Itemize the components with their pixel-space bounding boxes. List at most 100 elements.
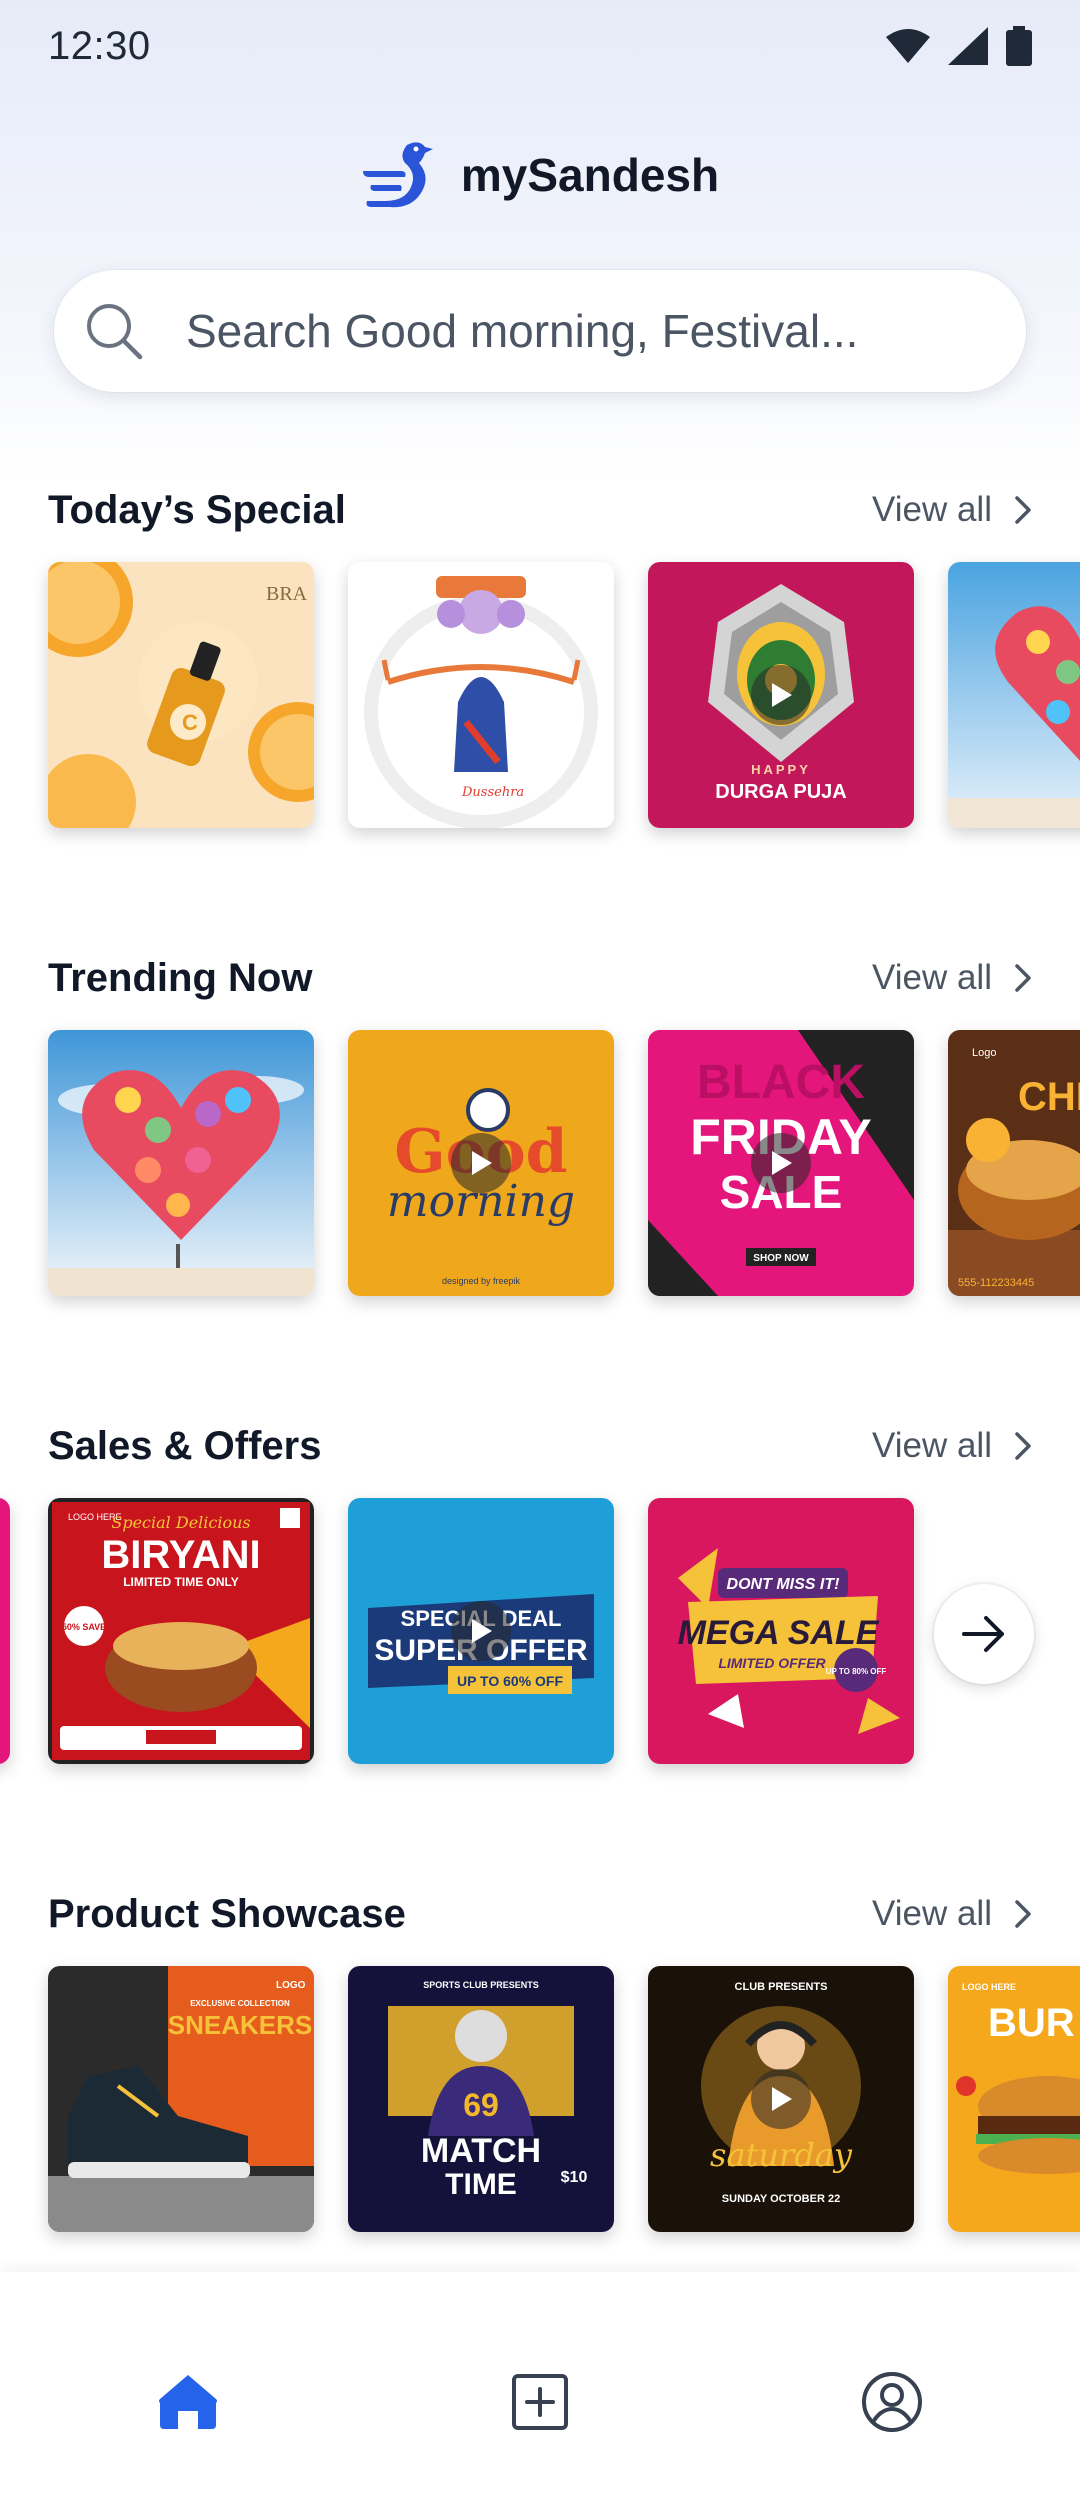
sports-club-text: SPORTS CLUB PRESENTS — [423, 1980, 539, 1990]
nav-create[interactable] — [500, 2362, 580, 2442]
play-button[interactable] — [751, 2069, 811, 2129]
biryani-title: BIRYANI — [101, 1533, 260, 1577]
section-header: Sales & Offers View all — [48, 1416, 1032, 1476]
serum-letter: C — [182, 710, 198, 735]
template-card-match-time[interactable]: SPORTS CLUB PRESENTS 69 MATCH TIME $10 — [348, 1966, 614, 2232]
view-all-link[interactable]: View all — [872, 490, 1032, 530]
mega-sale-text: MEGA SALE — [678, 1614, 880, 1652]
play-icon — [772, 683, 792, 707]
bottom-navigation — [0, 2272, 1080, 2514]
template-card-dussehra[interactable]: Dussehra — [348, 562, 614, 828]
chevron-right-icon — [1015, 496, 1031, 524]
template-card-chicken-biryani[interactable]: Logo CHIC 555-112233445 — [948, 1030, 1080, 1296]
play-icon — [472, 1151, 492, 1175]
view-all-label: View all — [872, 1894, 992, 1933]
template-card-mega-sale[interactable]: DONT MISS IT! MEGA SALE LIMITED OFFER UP… — [648, 1498, 914, 1764]
chicken-phone: 555-112233445 — [958, 1277, 1034, 1289]
view-all-link[interactable]: View all — [872, 1426, 1032, 1466]
wifi-icon — [886, 29, 930, 63]
status-icons — [886, 26, 1032, 66]
gm-credit: designed by freepik — [442, 1276, 521, 1286]
black-text: BLACK — [697, 1056, 865, 1109]
section-trending-now: Trending Now View all morning designed b… — [0, 948, 1080, 1388]
durga-happy: HAPPY — [751, 762, 811, 777]
battery-icon — [1006, 26, 1032, 66]
play-icon — [772, 2087, 792, 2111]
section-title: Trending Now — [48, 955, 313, 1000]
dont-miss-text: DONT MISS IT! — [727, 1576, 841, 1593]
serum-poster-image: C BRA — [48, 562, 314, 828]
section-todays-special: Today’s Special View all C BRA Dussehra … — [0, 480, 1080, 920]
chevron-right-icon — [1015, 964, 1031, 992]
play-button[interactable] — [451, 1133, 511, 1193]
play-button[interactable] — [451, 1601, 511, 1661]
template-card-biryani[interactable]: LOGO HERE Special Delicious BIRYANI LIMI… — [48, 1498, 314, 1764]
play-icon — [472, 1619, 492, 1643]
search-icon — [87, 304, 143, 360]
scroll-next-button[interactable] — [934, 1584, 1034, 1684]
view-all-link[interactable]: View all — [872, 958, 1032, 998]
section-header: Product Showcase View all — [48, 1884, 1032, 1944]
section-sales-offers: Sales & Offers View all LOGO HERE Specia… — [0, 1416, 1080, 1856]
template-card-saturday[interactable]: CLUB PRESENTS saturday SUNDAY OCTOBER 22 — [648, 1966, 914, 2232]
sneakers-title: SNEAKERS — [168, 2010, 312, 2040]
template-card-sneakers[interactable]: LOGO SNEAKERS EXCLUSIVE COLLECTION — [48, 1966, 314, 2232]
search-input[interactable] — [186, 304, 966, 358]
dussehra-poster-image: Dussehra — [348, 562, 614, 828]
biryani-badge: 50% SAVE — [62, 1622, 106, 1632]
mega-sale-poster-image: DONT MISS IT! MEGA SALE LIMITED OFFER UP… — [648, 1498, 914, 1764]
view-all-label: View all — [872, 490, 992, 529]
template-card-serum[interactable]: C BRA — [48, 562, 314, 828]
serum-brand: BRA — [266, 583, 308, 605]
time-text: TIME — [445, 2168, 517, 2201]
burger-title: BUR — [988, 2001, 1075, 2045]
card-carousel[interactable]: C BRA Dussehra HAPPY DURGA PUJA — [0, 562, 1080, 842]
view-all-link[interactable]: View all — [872, 1894, 1032, 1934]
play-button[interactable] — [751, 665, 811, 725]
dussehra-text: Dussehra — [461, 785, 524, 800]
template-card-durga-puja[interactable]: HAPPY DURGA PUJA — [648, 562, 914, 828]
section-title: Today’s Special — [48, 487, 346, 532]
template-card-heart-balloons[interactable] — [948, 562, 1080, 828]
heart-balloons-poster-image — [948, 562, 1080, 828]
template-card-partial[interactable] — [0, 1498, 10, 1764]
partial-poster-image — [0, 1498, 10, 1764]
card-carousel[interactable]: LOGO SNEAKERS EXCLUSIVE COLLECTION SPORT… — [0, 1966, 1080, 2246]
durga-puja-title: DURGA PUJA — [715, 781, 847, 803]
sneakers-logo: LOGO — [276, 1980, 306, 1991]
add-square-icon — [512, 2374, 568, 2430]
shop-now-text: SHOP NOW — [753, 1253, 809, 1264]
heart-balloons-poster-image — [48, 1030, 314, 1296]
club-presents-text: CLUB PRESENTS — [735, 1981, 828, 1993]
signal-icon — [948, 27, 988, 65]
saturday-text: saturday — [710, 2136, 853, 2174]
template-card-black-friday[interactable]: BLACK FRIDAY SALE SHOP NOW — [648, 1030, 914, 1296]
template-card-heart-balloons[interactable] — [48, 1030, 314, 1296]
burger-logo: LOGO HERE — [962, 1982, 1016, 1992]
template-card-special-deal[interactable]: SPECIAL DEAL SUPER OFFER UP TO 60% OFF — [348, 1498, 614, 1764]
app-screen: 12:30 mySandesh Today’s Special View all — [0, 0, 1080, 2514]
nav-home[interactable] — [148, 2362, 228, 2442]
section-title: Product Showcase — [48, 1891, 406, 1936]
status-time: 12:30 — [48, 24, 151, 68]
biryani-sub: LIMITED TIME ONLY — [123, 1575, 239, 1589]
nav-profile[interactable] — [852, 2362, 932, 2442]
template-card-burger[interactable]: LOGO HERE BUR — [948, 1966, 1080, 2232]
card-carousel[interactable]: LOGO HERE Special Delicious BIRYANI LIMI… — [0, 1498, 1080, 1778]
biryani-poster-image: LOGO HERE Special Delicious BIRYANI LIMI… — [48, 1498, 314, 1764]
card-carousel[interactable]: Good morning designed by freepik BLACK F… — [0, 1030, 1080, 1310]
template-card-good-morning[interactable]: Good morning designed by freepik — [348, 1030, 614, 1296]
chicken-logo: Logo — [972, 1047, 996, 1059]
burger-poster-image: LOGO HERE BUR — [948, 1966, 1080, 2232]
search-bar[interactable] — [54, 270, 1026, 392]
play-button[interactable] — [751, 1133, 811, 1193]
section-product-showcase: Product Showcase View all LOGO SNEAKERS … — [0, 1884, 1080, 2324]
chicken-biryani-poster-image: Logo CHIC 555-112233445 — [948, 1030, 1080, 1296]
section-header: Trending Now View all — [48, 948, 1032, 1008]
app-logo-icon — [362, 142, 433, 208]
sneakers-poster-image: LOGO SNEAKERS EXCLUSIVE COLLECTION — [48, 1966, 314, 2232]
upto-text: UP TO 60% OFF — [457, 1673, 564, 1689]
app-header: mySandesh — [0, 130, 1080, 220]
jersey-number: 69 — [463, 2087, 499, 2123]
section-title: Sales & Offers — [48, 1423, 322, 1468]
